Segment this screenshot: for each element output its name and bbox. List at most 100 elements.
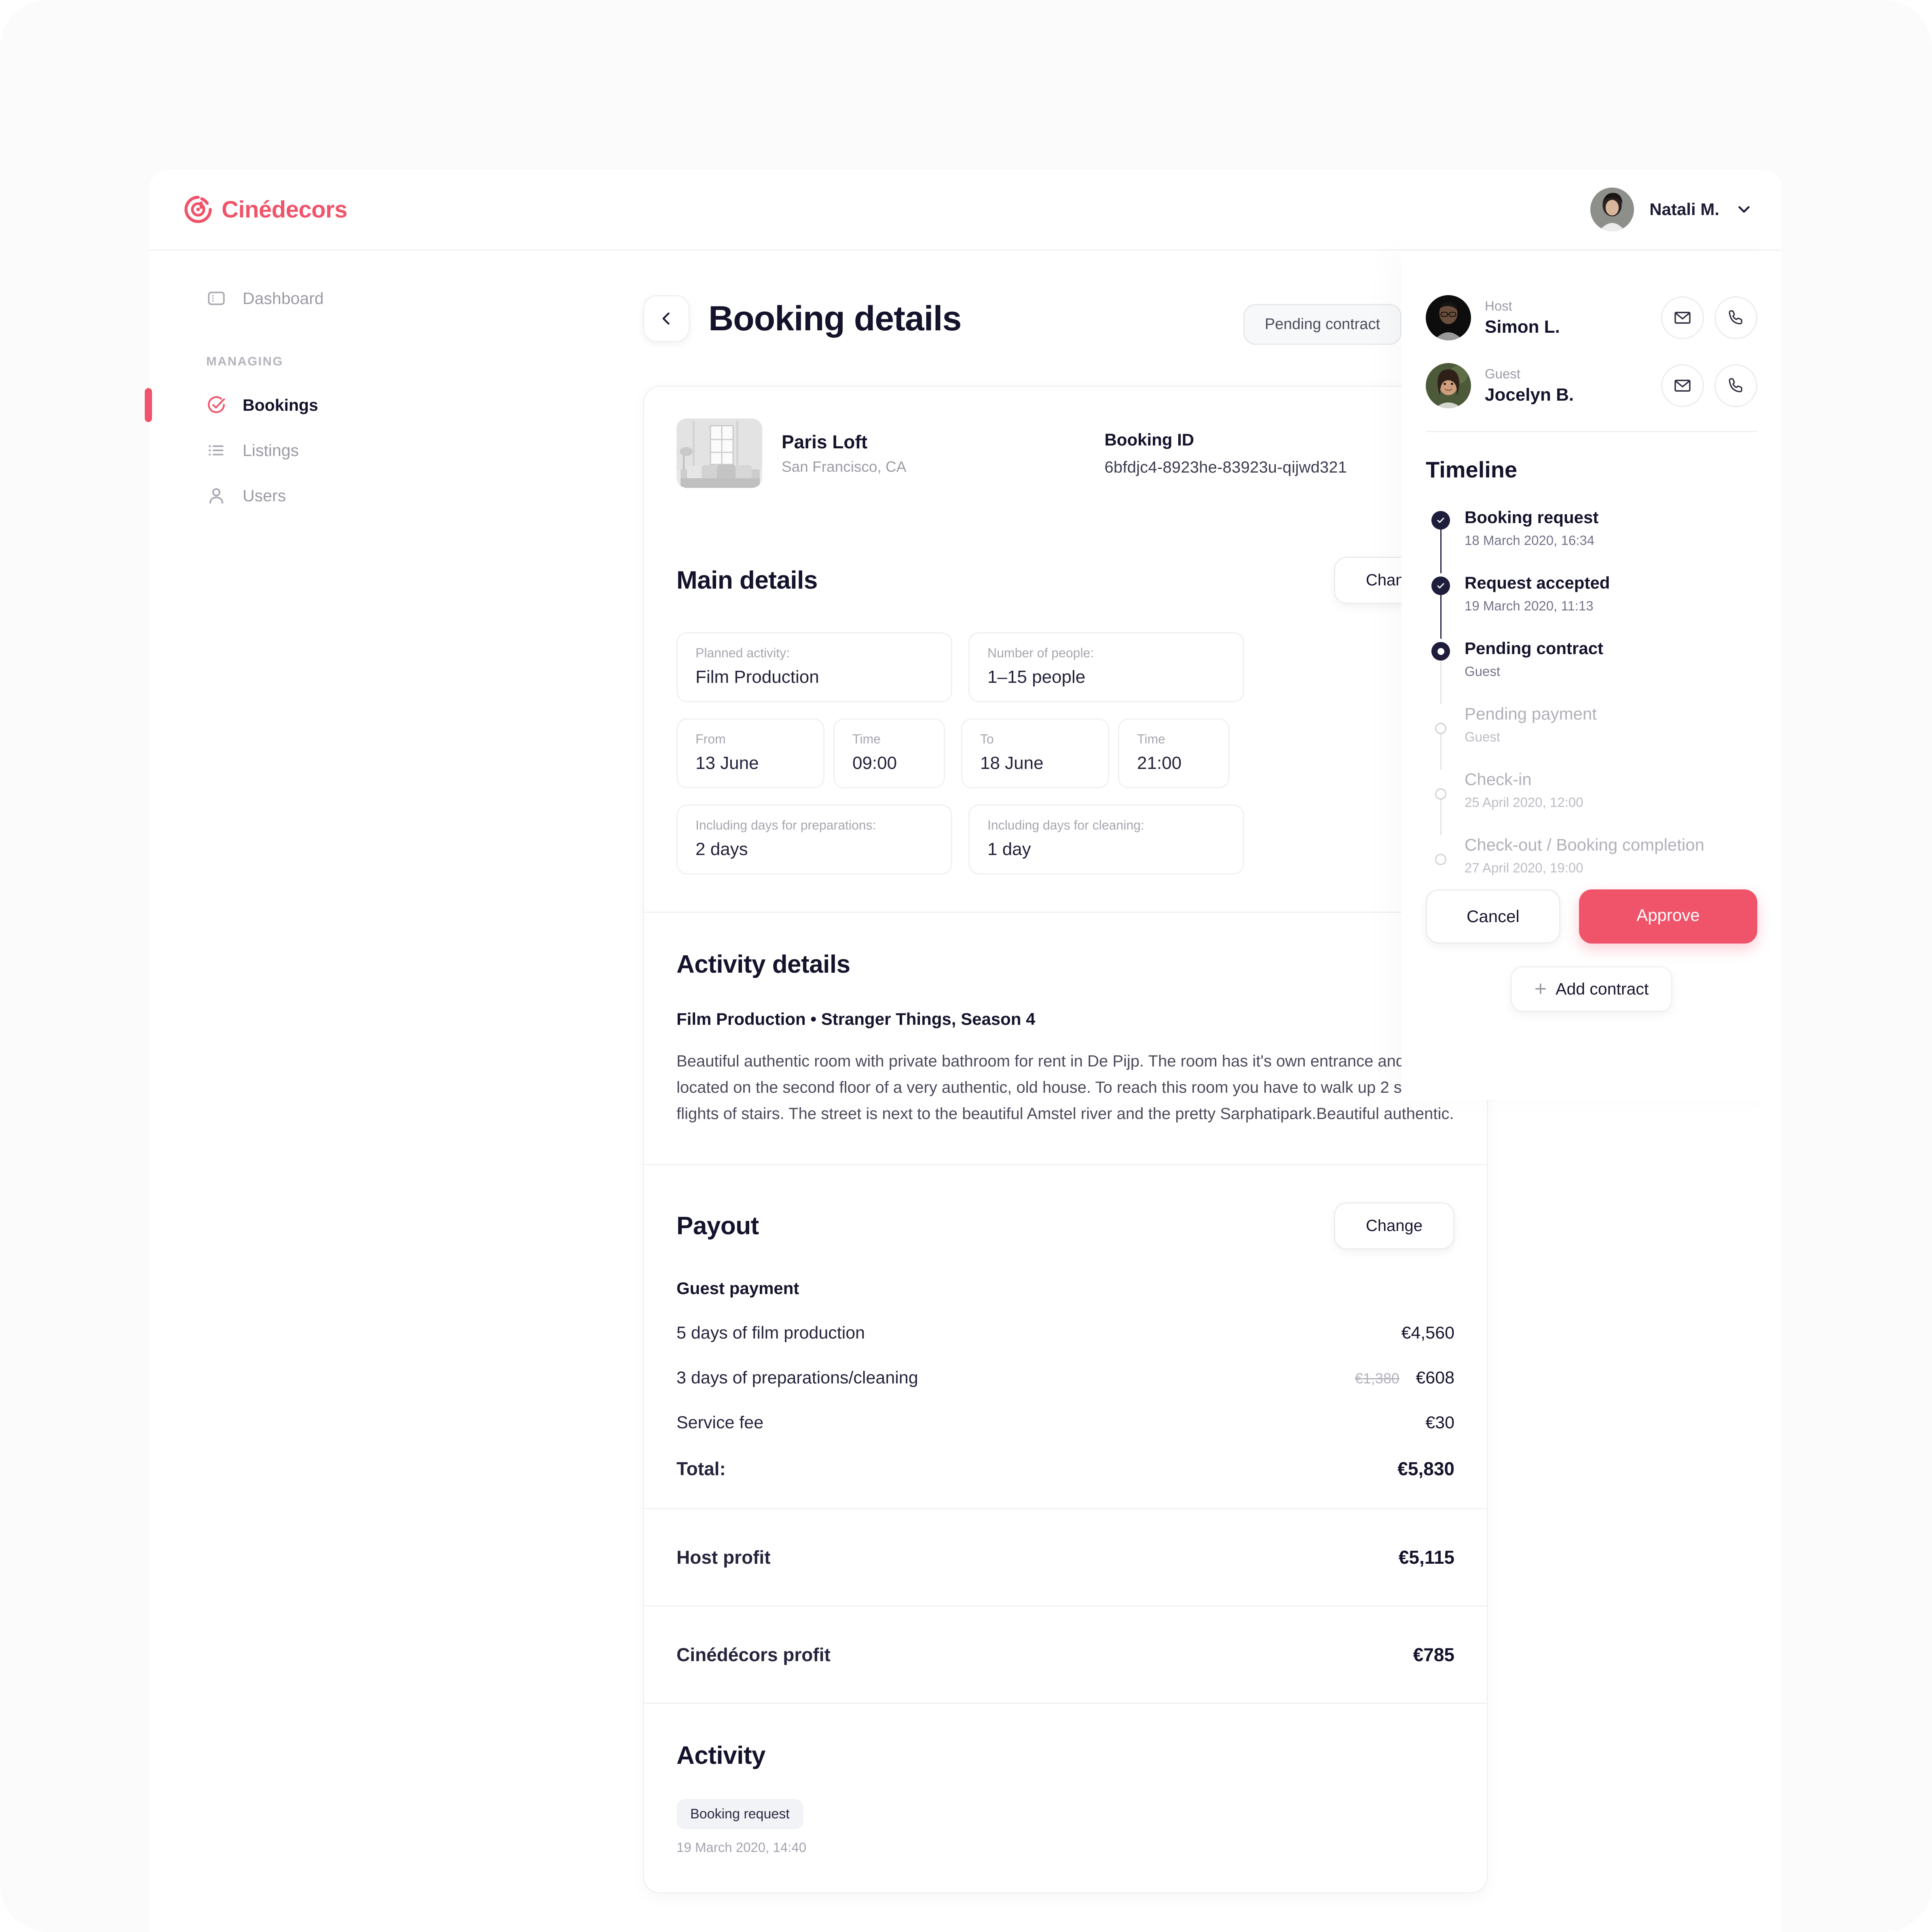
sidebar-group-title: MANAGING xyxy=(206,354,283,368)
call-guest-button[interactable] xyxy=(1714,364,1757,407)
person-name: Simon L. xyxy=(1485,317,1560,337)
listing-thumbnail xyxy=(676,418,762,488)
payout-total-amount: €5,830 xyxy=(1397,1458,1454,1480)
sidebar-item-bookings[interactable]: Bookings xyxy=(145,382,489,428)
field-value: 18 June xyxy=(980,753,1044,773)
cancel-button[interactable]: Cancel xyxy=(1426,889,1560,944)
field-value: 2 days xyxy=(695,839,748,859)
panel-divider xyxy=(1426,431,1757,432)
payout-section: Payout Change Guest payment 5 days of fi… xyxy=(644,1165,1487,1508)
approve-button[interactable]: Approve xyxy=(1579,889,1757,944)
check-circle-icon xyxy=(208,396,225,413)
sidebar-item-listings[interactable]: Listings xyxy=(150,428,489,473)
payout-total-label: Total: xyxy=(676,1458,726,1480)
section-title-main-details: Main details xyxy=(676,566,818,594)
chevron-down-icon[interactable] xyxy=(1735,200,1753,219)
back-button[interactable] xyxy=(643,295,690,342)
sidebar-item-label: Users xyxy=(243,486,286,505)
host-profit-amount: €5,115 xyxy=(1398,1547,1454,1568)
booking-id-block: Booking ID 6bfdjc4-8923he-83923u-qijwd32… xyxy=(1104,430,1347,477)
timeline-sub: 18 March 2020, 16:34 xyxy=(1465,533,1595,548)
company-profit-row: Cinédécors profit €785 xyxy=(644,1605,1487,1703)
field-label: To xyxy=(980,732,994,746)
field-value: Film Production xyxy=(695,667,819,687)
cinedecors-logo-icon xyxy=(184,196,212,223)
activity-subtitle: Film Production • Stranger Things, Seaso… xyxy=(676,1009,1036,1028)
timeline-dot-done xyxy=(1431,511,1450,530)
call-host-button[interactable] xyxy=(1714,296,1757,339)
user-name: Natali M. xyxy=(1649,200,1719,219)
change-payout-button[interactable]: Change xyxy=(1334,1202,1454,1250)
status-badge[interactable]: Pending contract xyxy=(1243,304,1401,345)
page-title: Booking details xyxy=(708,299,962,338)
top-bar: Cinédecors Natali M. xyxy=(150,170,1782,251)
sidebar-item-users[interactable]: Users xyxy=(150,473,489,518)
timeline-item: Booking request 18 March 2020, 16:34 xyxy=(1426,508,1757,573)
booking-id-value: 6bfdjc4-8923he-83923u-qijwd321 xyxy=(1104,458,1347,476)
section-title-payout: Payout xyxy=(676,1212,759,1240)
email-host-button[interactable] xyxy=(1661,296,1704,339)
brand-logo-area[interactable]: Cinédecors xyxy=(184,195,347,224)
timeline-label: Check-out / Booking completion xyxy=(1465,835,1704,854)
timeline-label: Pending payment xyxy=(1465,704,1597,723)
field-value: 1 day xyxy=(987,839,1031,859)
payout-row-label: 5 days of film production xyxy=(676,1323,865,1343)
field-from-date[interactable]: From 13 June xyxy=(676,718,824,788)
add-contract-button[interactable]: + Add contract xyxy=(1510,966,1673,1012)
email-guest-button[interactable] xyxy=(1661,364,1704,407)
listing-location: San Francisco, CA xyxy=(782,458,907,475)
timeline-dot-future xyxy=(1435,854,1446,865)
field-to-date[interactable]: To 18 June xyxy=(961,718,1109,788)
payout-row-old-amount: €1,380 xyxy=(1355,1370,1399,1387)
avatar xyxy=(1590,188,1634,231)
field-number-of-people[interactable]: Number of people: 1–15 people xyxy=(968,632,1244,702)
sidebar-item-dashboard[interactable]: Dashboard xyxy=(150,276,489,321)
add-contract-label: Add contract xyxy=(1556,980,1649,998)
page-header: Booking details Pending contract xyxy=(489,251,1401,345)
feed-timestamp: 19 March 2020, 14:40 xyxy=(676,1840,807,1855)
timeline-label: Booking request xyxy=(1465,508,1599,527)
guest-payment-label: Guest payment xyxy=(676,1279,799,1298)
panel-actions: Cancel Approve xyxy=(1426,889,1757,944)
main-details-fields: Planned activity: Film Production Number… xyxy=(676,632,1454,874)
timeline-dot-future xyxy=(1435,723,1446,734)
phone-icon xyxy=(1729,310,1742,325)
host-row: Host Simon L. xyxy=(1426,295,1757,340)
check-icon xyxy=(1437,517,1444,523)
timeline-dot-future xyxy=(1435,788,1446,800)
timeline-sub: Guest xyxy=(1465,664,1501,679)
field-to-time[interactable]: Time 21:00 xyxy=(1118,718,1230,788)
page-body: Dashboard MANAGING Bookings Listings Use… xyxy=(145,251,1782,1932)
timeline-item: Pending payment Guest xyxy=(1426,704,1757,770)
feed-chip: Booking request xyxy=(676,1799,803,1830)
main-details-section: Main details Change Planned activity: Fi… xyxy=(644,519,1487,913)
loft-interior-photo xyxy=(676,418,762,488)
field-planned-activity[interactable]: Planned activity: Film Production xyxy=(676,632,952,702)
chevron-left-icon xyxy=(662,312,670,325)
host-profit-label: Host profit xyxy=(676,1547,771,1568)
field-value: 21:00 xyxy=(1137,753,1182,773)
field-label: Including days for preparations: xyxy=(695,818,876,832)
avatar xyxy=(1426,295,1471,340)
payout-row: 5 days of film production €4,560 xyxy=(676,1323,1454,1343)
payout-total-row: Total: €5,830 xyxy=(676,1458,1454,1480)
field-cleaning-days[interactable]: Including days for cleaning: 1 day xyxy=(968,804,1244,874)
field-preparation-days[interactable]: Including days for preparations: 2 days xyxy=(676,804,952,874)
timeline-label: Request accepted xyxy=(1465,573,1610,592)
user-menu[interactable]: Natali M. xyxy=(1590,188,1753,231)
payout-row-amount: €4,560 xyxy=(1401,1323,1454,1343)
sidebar-item-label: Bookings xyxy=(243,395,318,414)
plus-icon: + xyxy=(1534,977,1547,1001)
field-value: 13 June xyxy=(695,753,759,773)
person-role: Host xyxy=(1485,298,1512,313)
activity-feed-section: Activity Booking request 19 March 2020, … xyxy=(644,1703,1487,1892)
field-from-time[interactable]: Time 09:00 xyxy=(833,718,945,788)
timeline-dot-done xyxy=(1431,576,1450,595)
field-label: Number of people: xyxy=(987,646,1094,660)
timeline-label: Pending contract xyxy=(1465,639,1604,658)
payout-row-label: Service fee xyxy=(676,1413,764,1433)
company-profit-amount: €785 xyxy=(1413,1644,1454,1666)
check-icon xyxy=(1437,583,1444,589)
activity-description: Beautiful authentic room with private ba… xyxy=(676,1052,1454,1123)
activity-details-section: Activity details Film Production • Stran… xyxy=(644,913,1487,1166)
